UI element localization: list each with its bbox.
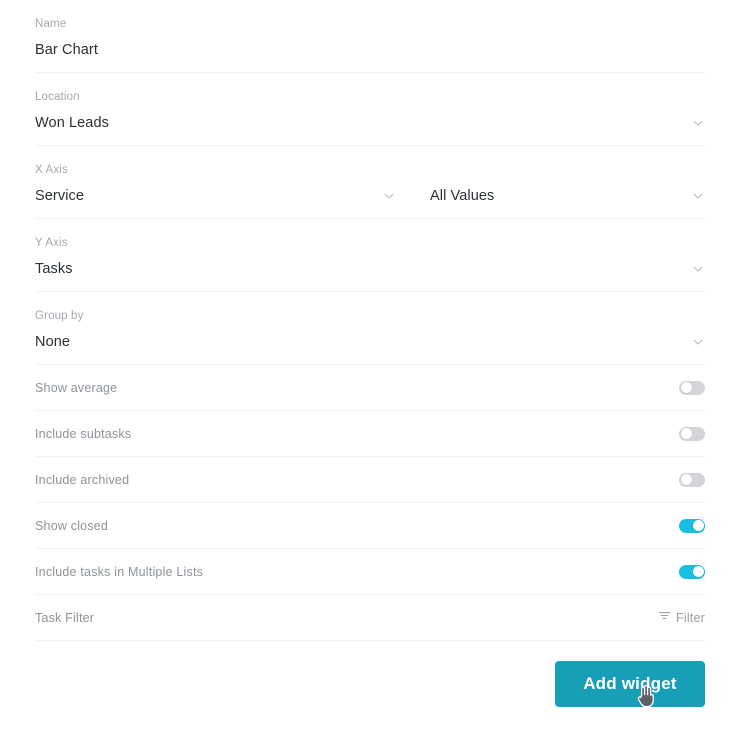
task-filter-label: Task Filter [35,610,95,625]
toggle-include-tasks-multiple-lists[interactable] [679,564,705,579]
group-by-value: None [35,334,71,350]
filter-button[interactable]: Filter [658,609,705,627]
toggle-show-closed[interactable] [679,518,705,533]
toggle-include-archived[interactable] [679,472,705,487]
field-y-axis: Y Axis Tasks [35,219,705,292]
toggle-label-include-tasks-multiple-lists: Include tasks in Multiple Lists [35,564,204,579]
field-group-by: Group by None [35,292,705,365]
field-location: Location Won Leads [35,73,705,146]
chevron-down-icon [691,189,705,203]
widget-settings-panel: Name Bar Chart Location Won Leads X Axis… [0,0,740,730]
x-axis-row: Service All Values [35,187,705,205]
location-select[interactable]: Won Leads [35,114,705,132]
y-axis-value: Tasks [35,261,73,277]
toggle-knob [692,520,704,531]
toggle-knob [692,566,704,577]
toggle-knob [680,474,692,485]
toggle-row-show-average: Show average [35,365,705,411]
x-axis-values-value: All Values [430,188,495,204]
filter-button-label: Filter [676,610,705,625]
field-location-label: Location [35,91,80,103]
location-value: Won Leads [35,115,109,131]
filter-icon [658,609,671,627]
toggle-label-include-subtasks: Include subtasks [35,426,132,441]
toggle-include-subtasks[interactable] [679,426,705,441]
footer: Add widget [35,661,705,707]
toggle-row-include-archived: Include archived [35,457,705,503]
toggle-knob [680,428,692,439]
add-widget-button[interactable]: Add widget [555,661,705,707]
field-x-axis-label: X Axis [35,164,68,176]
toggle-label-include-archived: Include archived [35,472,130,487]
field-name: Name Bar Chart [35,0,705,73]
chevron-down-icon [382,189,396,203]
toggle-row-include-subtasks: Include subtasks [35,411,705,457]
toggle-knob [680,382,692,393]
x-axis-values-select[interactable]: All Values [396,187,705,205]
toggle-label-show-average: Show average [35,380,118,395]
y-axis-select[interactable]: Tasks [35,260,705,278]
toggle-row-show-closed: Show closed [35,503,705,549]
group-by-select[interactable]: None [35,333,705,351]
toggle-show-average[interactable] [679,380,705,395]
chevron-down-icon [691,262,705,276]
field-x-axis: X Axis Service All Values [35,146,705,219]
field-name-row: Bar Chart [35,41,705,59]
x-axis-select[interactable]: Service [35,187,396,205]
field-y-axis-label: Y Axis [35,237,68,249]
toggle-row-include-tasks-multiple-lists: Include tasks in Multiple Lists [35,549,705,595]
chevron-down-icon [691,116,705,130]
toggle-label-show-closed: Show closed [35,518,109,533]
task-filter-row: Task Filter Filter [35,595,705,641]
field-group-by-label: Group by [35,310,84,322]
name-input[interactable]: Bar Chart [35,41,705,59]
chevron-down-icon [691,335,705,349]
field-name-label: Name [35,18,67,30]
x-axis-value: Service [35,188,85,204]
